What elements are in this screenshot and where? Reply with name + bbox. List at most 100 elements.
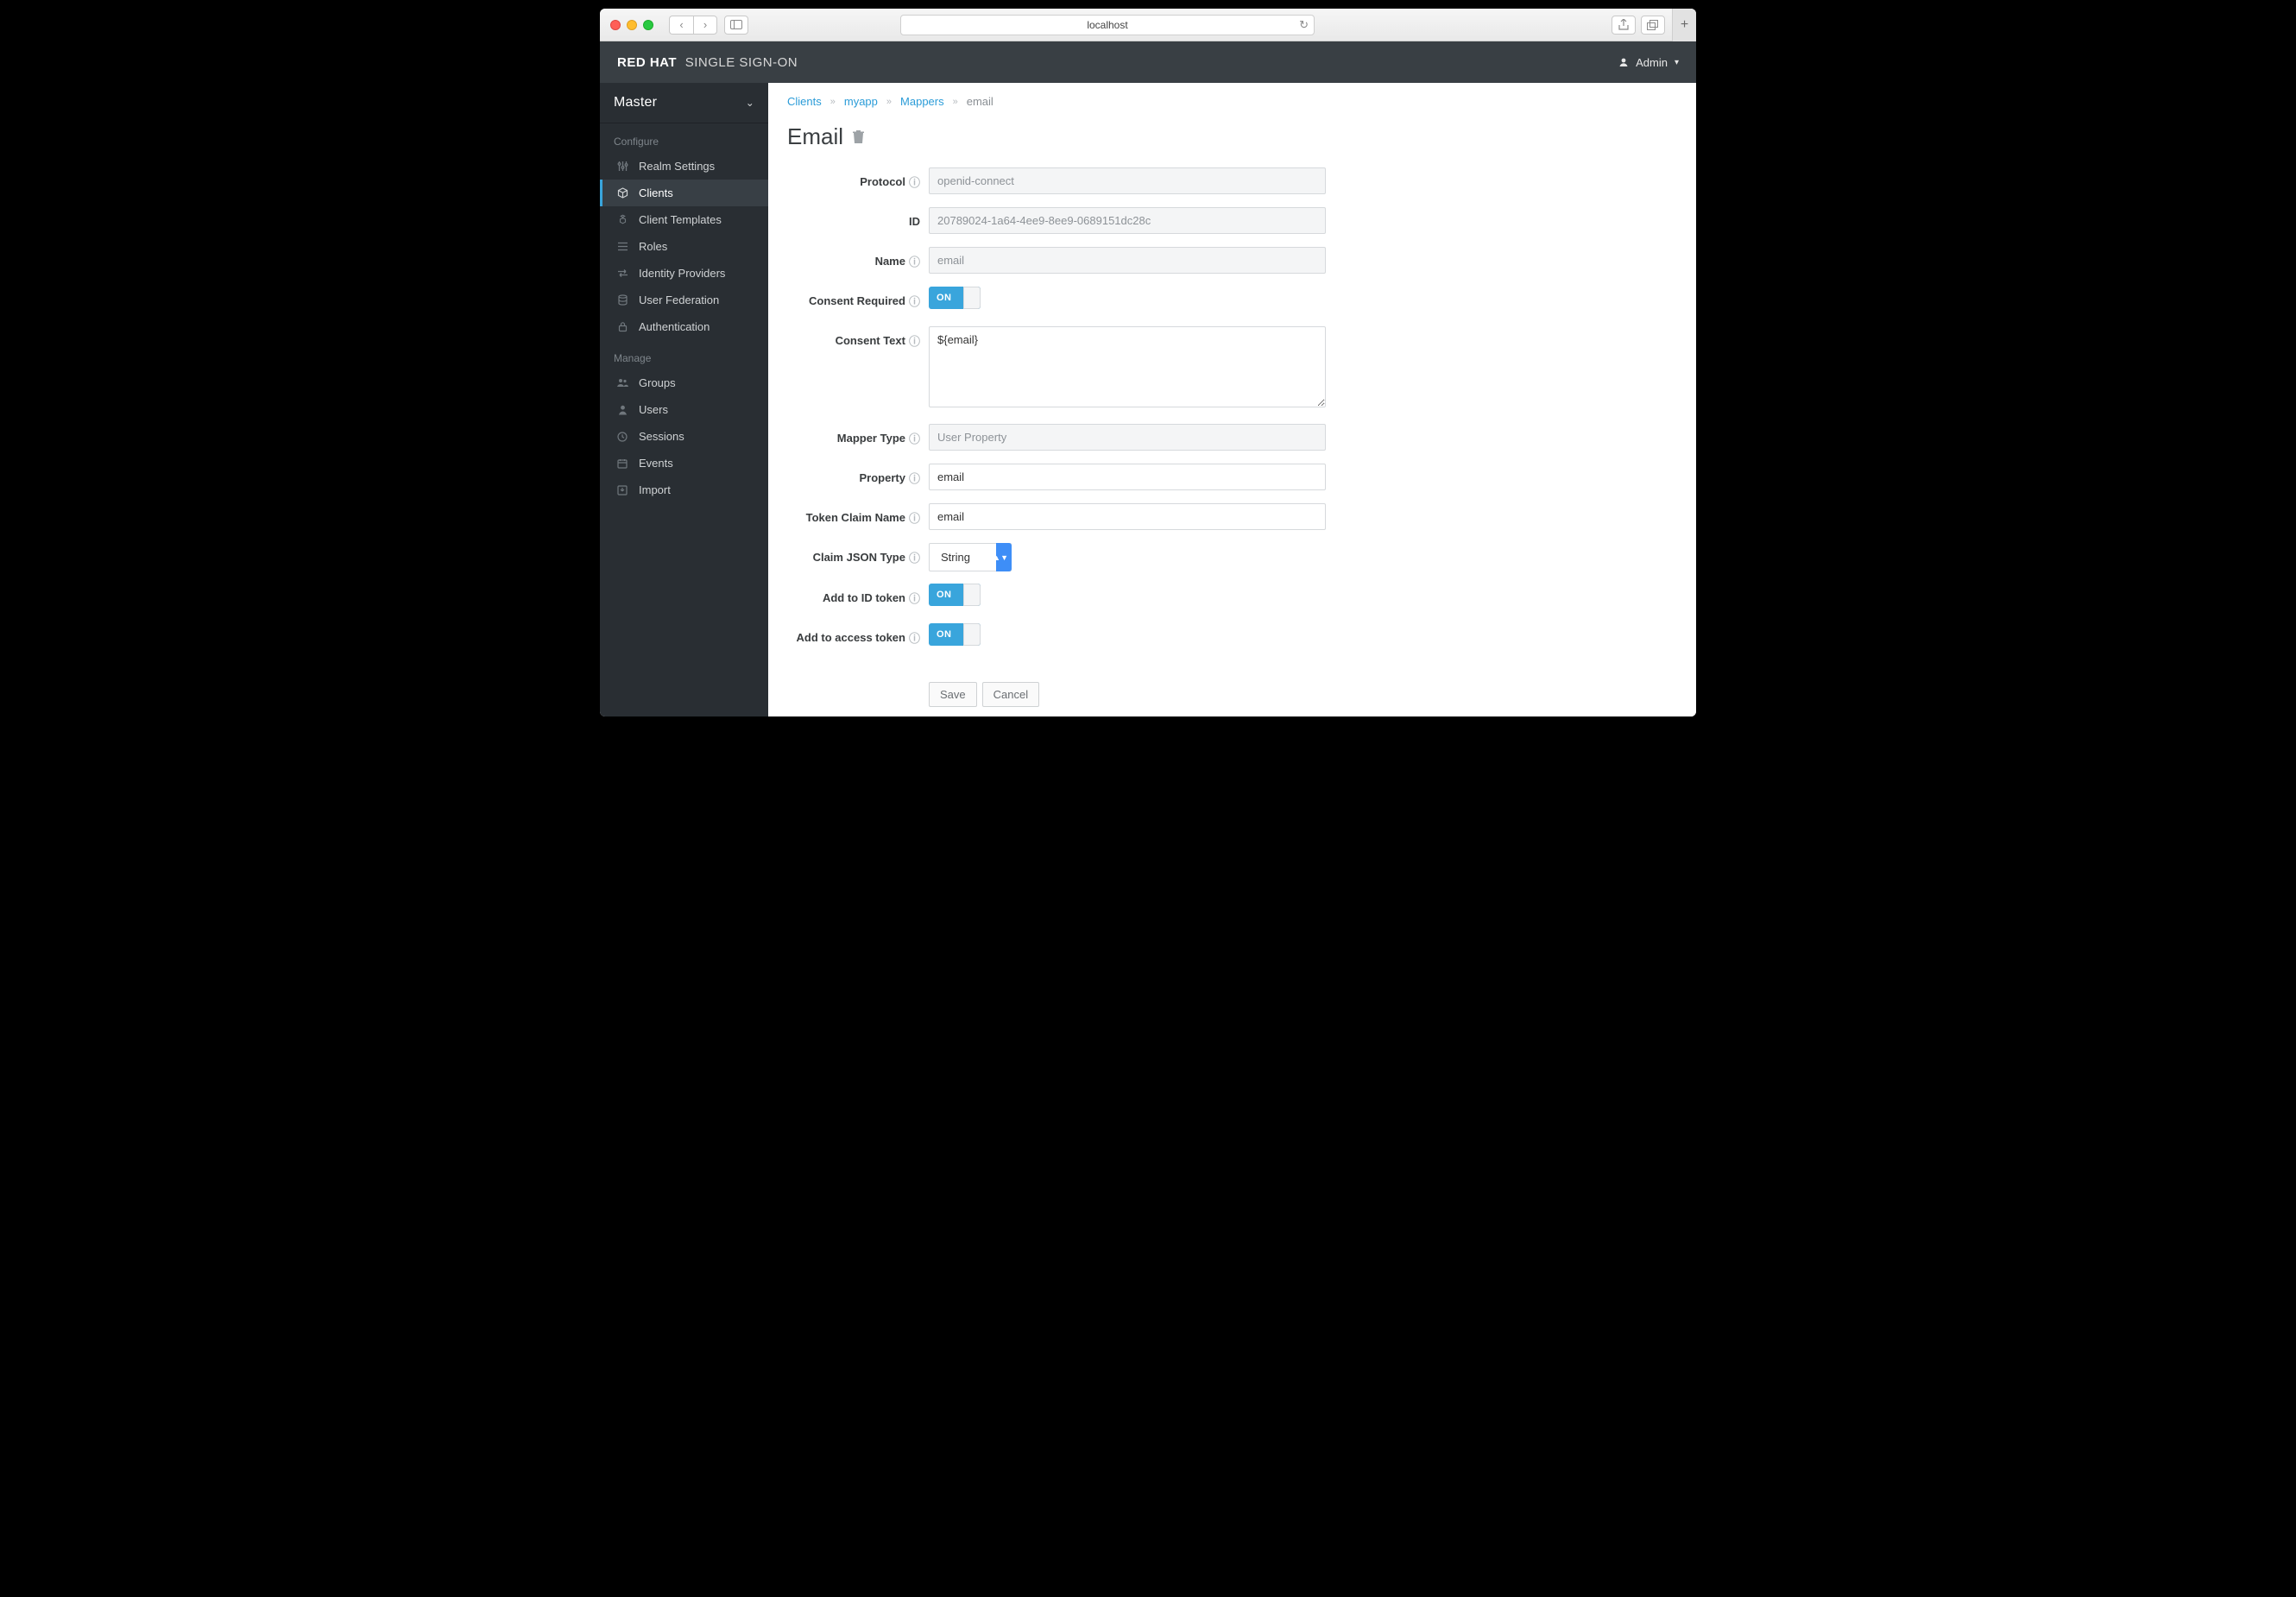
close-window-icon[interactable] — [610, 20, 621, 30]
trash-icon[interactable] — [852, 129, 865, 144]
add-id-token-toggle[interactable]: ON — [929, 584, 981, 606]
forward-button[interactable]: › — [693, 16, 717, 35]
label-protocol: Protocol — [860, 175, 905, 188]
sidebar-item-identity-providers[interactable]: Identity Providers — [600, 260, 768, 287]
brand-logo: RED HAT SINGLE SIGN-ON — [617, 55, 798, 70]
sidebar-item-label: User Federation — [639, 294, 719, 306]
url-text: localhost — [1087, 19, 1127, 31]
app-topbar: RED HAT SINGLE SIGN-ON Admin ▾ — [600, 41, 1696, 83]
sidebar-item-events[interactable]: Events — [600, 450, 768, 477]
realm-selector[interactable]: Master ⌄ — [600, 83, 768, 123]
sidebar-item-clients[interactable]: Clients — [600, 180, 768, 206]
sliders-icon — [616, 161, 628, 172]
help-icon[interactable]: ⓘ — [909, 509, 920, 526]
label-id: ID — [909, 215, 920, 228]
zoom-window-icon[interactable] — [643, 20, 653, 30]
toggle-knob — [963, 623, 981, 646]
add-access-token-toggle[interactable]: ON — [929, 623, 981, 646]
clock-icon — [616, 432, 628, 442]
property-input[interactable] — [929, 464, 1326, 490]
sidebar-item-users[interactable]: Users — [600, 396, 768, 423]
toggle-on-label: ON — [937, 590, 952, 600]
reload-icon[interactable]: ↻ — [1299, 18, 1309, 32]
database-icon — [616, 294, 628, 306]
chevron-down-icon: ⌄ — [746, 97, 754, 109]
breadcrumb-current: email — [967, 95, 993, 108]
consent-text-textarea[interactable]: ${email} — [929, 326, 1326, 407]
toggle-on-label: ON — [937, 293, 952, 303]
sidebar-item-user-federation[interactable]: User Federation — [600, 287, 768, 313]
user-icon — [616, 405, 628, 415]
sidebar-item-sessions[interactable]: Sessions — [600, 423, 768, 450]
address-bar[interactable]: localhost ↻ — [900, 15, 1315, 35]
sidebar-item-label: Import — [639, 483, 671, 496]
sidebar-item-roles[interactable]: Roles — [600, 233, 768, 260]
label-name: Name — [875, 255, 905, 268]
toggle-knob — [963, 584, 981, 606]
breadcrumb: Clients » myapp » Mappers » email — [787, 95, 1677, 108]
new-tab-button[interactable]: + — [1672, 9, 1696, 41]
exchange-icon — [616, 268, 628, 278]
user-menu[interactable]: Admin ▾ — [1618, 56, 1679, 69]
sidebar-item-authentication[interactable]: Authentication — [600, 313, 768, 340]
claim-json-type-select-wrap: String ▲▼ — [929, 543, 1012, 571]
sidebar-item-label: Authentication — [639, 320, 710, 333]
help-icon[interactable]: ⓘ — [909, 549, 920, 565]
help-icon[interactable]: ⓘ — [909, 590, 920, 606]
back-button[interactable]: ‹ — [669, 16, 693, 35]
section-configure-label: Configure — [600, 123, 768, 153]
help-icon[interactable]: ⓘ — [909, 174, 920, 190]
minimize-window-icon[interactable] — [627, 20, 637, 30]
breadcrumb-client-name[interactable]: myapp — [844, 95, 878, 108]
id-input — [929, 207, 1326, 234]
claim-json-type-select[interactable]: String — [929, 543, 1012, 571]
sidebar-item-label: Client Templates — [639, 213, 722, 226]
calendar-icon — [616, 458, 628, 469]
help-icon[interactable]: ⓘ — [909, 293, 920, 309]
protocol-input — [929, 167, 1326, 194]
import-icon — [616, 485, 628, 496]
tabs-button[interactable] — [1641, 16, 1665, 35]
help-icon[interactable]: ⓘ — [909, 629, 920, 646]
token-claim-name-input[interactable] — [929, 503, 1326, 530]
label-token-claim-name: Token Claim Name — [806, 511, 905, 524]
breadcrumb-mappers[interactable]: Mappers — [900, 95, 944, 108]
toggle-knob — [963, 287, 981, 309]
mapper-form: Protocolⓘ ID Nameⓘ Consent Requi — [782, 167, 1677, 707]
help-icon[interactable]: ⓘ — [909, 253, 920, 269]
label-add-id-token: Add to ID token — [823, 591, 905, 604]
chevron-down-icon: ▾ — [1675, 58, 1679, 67]
section-manage-label: Manage — [600, 340, 768, 369]
sidebar-item-label: Sessions — [639, 430, 684, 443]
sidebar-toggle-button[interactable] — [724, 16, 748, 35]
chevron-right-icon: » — [953, 97, 958, 107]
sidebar-item-client-templates[interactable]: Client Templates — [600, 206, 768, 233]
sidebar-item-label: Clients — [639, 186, 673, 199]
group-icon — [616, 378, 628, 388]
help-icon[interactable]: ⓘ — [909, 470, 920, 486]
sidebar-item-import[interactable]: Import — [600, 477, 768, 503]
share-button[interactable] — [1612, 16, 1636, 35]
label-add-access-token: Add to access token — [797, 631, 905, 644]
save-button[interactable]: Save — [929, 682, 977, 707]
name-input — [929, 247, 1326, 274]
sidebar-item-label: Roles — [639, 240, 667, 253]
sidebar: Master ⌄ Configure Realm Settings Client… — [600, 83, 768, 716]
sidebar-item-label: Identity Providers — [639, 267, 725, 280]
realm-name: Master — [614, 95, 657, 110]
sidebar-item-label: Events — [639, 457, 673, 470]
sidebar-item-realm-settings[interactable]: Realm Settings — [600, 153, 768, 180]
help-icon[interactable]: ⓘ — [909, 332, 920, 349]
browser-window: ‹ › localhost ↻ + — [600, 9, 1696, 716]
label-property: Property — [860, 471, 905, 484]
sidebar-item-label: Realm Settings — [639, 160, 715, 173]
sidebar-item-label: Groups — [639, 376, 676, 389]
help-icon[interactable]: ⓘ — [909, 430, 920, 446]
breadcrumb-clients[interactable]: Clients — [787, 95, 822, 108]
label-consent-text: Consent Text — [836, 334, 905, 347]
cancel-button[interactable]: Cancel — [982, 682, 1039, 707]
sidebar-item-label: Users — [639, 403, 668, 416]
consent-required-toggle[interactable]: ON — [929, 287, 981, 309]
sidebar-item-groups[interactable]: Groups — [600, 369, 768, 396]
window-controls — [610, 20, 653, 30]
